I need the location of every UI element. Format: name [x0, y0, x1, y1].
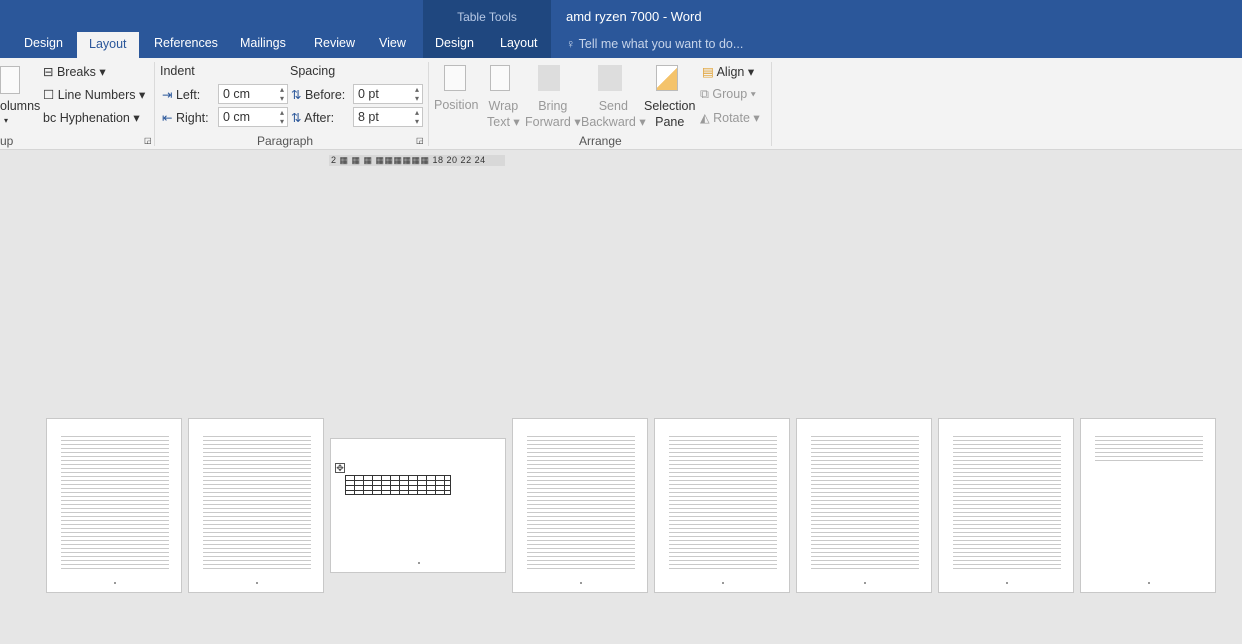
rotate-button[interactable]: ◭ Rotate ▾: [700, 110, 760, 125]
tab-view[interactable]: View: [379, 36, 406, 50]
page-thumbnail[interactable]: [654, 418, 790, 593]
tell-me-placeholder: Tell me what you want to do...: [578, 37, 744, 51]
tab-design[interactable]: Design: [24, 36, 63, 50]
align-button[interactable]: ▤ Align ▾: [702, 64, 754, 79]
wrap-text-button[interactable]: Wrap Text ▾: [487, 98, 520, 130]
spacing-after-icon: ⇅: [291, 111, 305, 125]
wrap-text-icon: [490, 65, 510, 91]
align-icon: ▤: [702, 65, 717, 79]
table-tools-label: Table Tools: [457, 10, 517, 24]
table-move-handle-icon[interactable]: ✥: [335, 463, 345, 473]
page-thumbnail[interactable]: [512, 418, 648, 593]
page-thumbnail-table[interactable]: ✥: [330, 438, 506, 573]
indent-right-input[interactable]: 0 cm: [218, 107, 288, 127]
tell-me-search[interactable]: ♀ Tell me what you want to do...: [566, 37, 743, 51]
document-title: amd ryzen 7000 - Word: [566, 9, 702, 24]
hyphenation-icon: bc: [43, 111, 60, 125]
page-thumbnail[interactable]: [938, 418, 1074, 593]
title-bar: Table Tools amd ryzen 7000 - Word Design…: [0, 0, 1242, 58]
ruler[interactable]: 2 ▦ ▦ ▦ ▦▦▦▦▦▦ 18 20 22 24: [329, 155, 505, 166]
indent-left-label: ⇥ Left:: [162, 88, 201, 102]
hyphenation-button[interactable]: bc Hyphenation ▾: [43, 110, 140, 125]
indent-label: Indent: [160, 64, 195, 78]
tab-table-design[interactable]: Design: [435, 36, 474, 50]
page-setup-launcher-icon[interactable]: ◲: [144, 136, 152, 145]
rotate-icon: ◭: [700, 111, 714, 125]
table[interactable]: [345, 475, 451, 495]
line-numbers-button[interactable]: ☐ Line Numbers ▾: [43, 87, 145, 102]
group-button[interactable]: ⧉ Group ▾: [700, 87, 756, 102]
bring-forward-icon: [538, 65, 560, 91]
indent-right-label: ⇤ Right:: [162, 111, 209, 125]
group-icon: ⧉: [700, 87, 713, 101]
tab-references[interactable]: References: [154, 36, 218, 50]
arrange-group-label: Arrange: [579, 134, 622, 148]
columns-icon: [0, 66, 20, 94]
spacing-before-icon: ⇅: [291, 88, 305, 102]
indent-left-input[interactable]: 0 cm: [218, 84, 288, 104]
selection-pane-button[interactable]: Selection Pane: [644, 98, 695, 130]
tab-table-layout[interactable]: Layout: [500, 36, 538, 50]
indent-left-icon: ⇥: [162, 88, 176, 102]
position-button[interactable]: Position: [434, 98, 478, 112]
send-backward-button[interactable]: Send Backward ▾: [581, 98, 646, 130]
line-numbers-icon: ☐: [43, 88, 58, 102]
selection-pane-icon: [656, 65, 678, 91]
paragraph-group-label: Paragraph: [257, 134, 314, 148]
bring-forward-button[interactable]: Bring Forward ▾: [525, 98, 581, 130]
tab-mailings[interactable]: Mailings: [240, 36, 286, 50]
spacing-before-input[interactable]: 0 pt: [353, 84, 423, 104]
spacing-before-label: ⇅ Before:: [291, 88, 346, 102]
position-icon: [444, 65, 466, 91]
page-thumbnail[interactable]: [1080, 418, 1216, 593]
send-backward-icon: [598, 65, 622, 91]
spacing-after-label: ⇅ After:: [291, 111, 335, 125]
ribbon: olumns ▾ up ⊟ Breaks ▾ ☐ Line Numbers ▾ …: [0, 58, 1242, 150]
page-thumbnail[interactable]: [188, 418, 324, 593]
spacing-after-input[interactable]: 8 pt: [353, 107, 423, 127]
tab-layout[interactable]: Layout: [77, 32, 139, 58]
lightbulb-icon: ♀: [566, 37, 579, 51]
paragraph-launcher-icon[interactable]: ◲: [416, 136, 424, 145]
tab-review[interactable]: Review: [314, 36, 355, 50]
breaks-icon: ⊟: [43, 65, 57, 79]
indent-right-icon: ⇤: [162, 111, 176, 125]
page-thumbnail[interactable]: [796, 418, 932, 593]
columns-button[interactable]: olumns: [0, 99, 40, 113]
page-setup-group-label: up: [0, 134, 14, 148]
breaks-button[interactable]: ⊟ Breaks ▾: [43, 64, 106, 79]
spacing-label: Spacing: [290, 64, 336, 78]
page-thumbnail[interactable]: [46, 418, 182, 593]
